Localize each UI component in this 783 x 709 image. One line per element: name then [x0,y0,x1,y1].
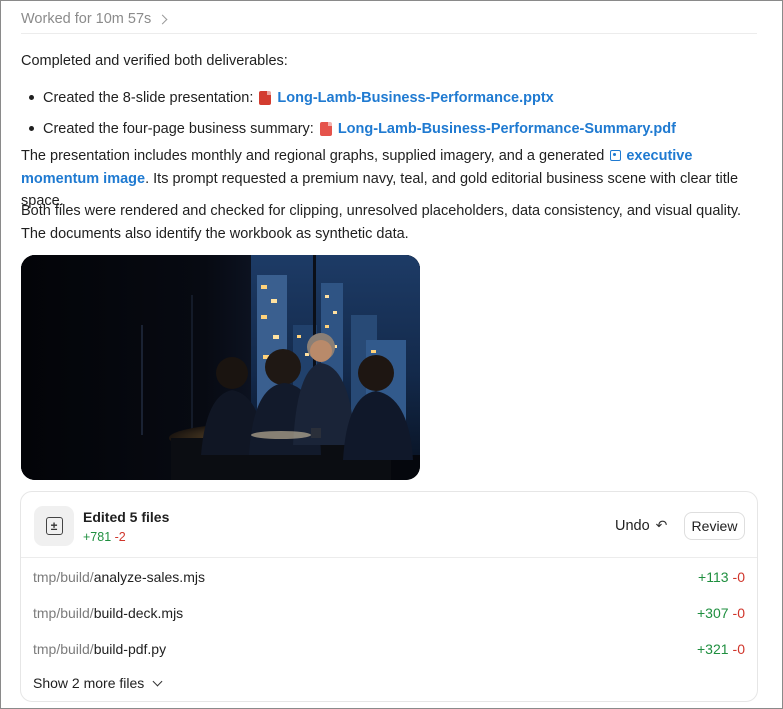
pptx-file-icon [259,90,272,105]
pdf-file-link[interactable]: Long-Lamb-Business-Performance-Summary.p… [319,118,676,140]
deliverables-list: Created the 8-slide presentation: Long-L… [21,82,676,144]
generated-executive-image[interactable] [21,255,420,480]
list-item: Created the four-page business summary: … [21,113,676,144]
worked-duration-toggle[interactable]: Worked for 10m 57s [21,10,168,28]
intro-text: Completed and verified both deliverables… [21,53,288,69]
diff-icon: ± [34,506,74,546]
file-name: analyze-sales.mjs [93,569,205,585]
edited-files-title: Edited 5 files [83,509,170,525]
total-removed: -2 [114,530,126,544]
file-dir: tmp/build/ [33,641,94,657]
undo-label: Undo [615,517,650,534]
file-removed: -0 [732,605,745,621]
chevron-down-icon [152,676,163,686]
review-button[interactable]: Review [684,512,745,540]
file-stats: +307 -0 [697,595,745,631]
file-name: build-pdf.py [93,641,167,657]
changed-files-list: tmp/build/analyze-sales.mjs +113 -0 tmp/… [21,559,757,667]
file-stats: +113 -0 [698,559,745,595]
divider [21,33,757,34]
show-more-label: Show 2 more files [33,675,145,691]
file-row[interactable]: tmp/build/analyze-sales.mjs +113 -0 [21,559,757,595]
show-more-files-button[interactable]: Show 2 more files [33,675,163,691]
chevron-right-icon [157,14,168,24]
file-added: +113 [698,569,729,585]
worked-duration-label: Worked for 10m 57s [21,11,152,27]
verification-text: Both files were rendered and checked for… [21,203,742,242]
file-dir: tmp/build/ [33,605,94,621]
file-row[interactable]: tmp/build/build-pdf.py +321 -0 [21,631,757,667]
file-dir: tmp/build/ [33,569,94,585]
image-icon [610,150,622,161]
list-item-prefix: Created the four-page business summary: [43,120,314,137]
pdf-file-icon [319,121,332,136]
undo-button[interactable]: Undo ↶ [615,517,667,534]
description-text: The presentation includes monthly and re… [21,148,605,164]
edited-files-header: ± Edited 5 files +781 -2 Undo ↶ Review [21,492,757,558]
plus-minus-icon: ± [45,517,63,535]
list-item: Created the 8-slide presentation: Long-L… [21,82,676,113]
file-stats: +321 -0 [697,631,745,667]
total-line-changes: +781 -2 [83,530,126,544]
pptx-file-name: Long-Lamb-Business-Performance.pptx [277,89,554,106]
pptx-file-link[interactable]: Long-Lamb-Business-Performance.pptx [259,87,554,109]
total-added: +781 [83,530,112,544]
file-removed: -0 [732,569,745,585]
file-row[interactable]: tmp/build/build-deck.mjs +307 -0 [21,595,757,631]
file-removed: -0 [732,641,745,657]
pdf-file-name: Long-Lamb-Business-Performance-Summary.p… [337,120,676,137]
file-added: +307 [697,605,729,621]
file-name: build-deck.mjs [93,605,184,621]
office-meeting-illustration [21,255,420,480]
edited-files-panel: ± Edited 5 files +781 -2 Undo ↶ Review t… [20,491,758,702]
list-item-prefix: Created the 8-slide presentation: [43,89,254,106]
file-added: +321 [697,641,729,657]
undo-arrow-icon: ↶ [655,517,668,533]
